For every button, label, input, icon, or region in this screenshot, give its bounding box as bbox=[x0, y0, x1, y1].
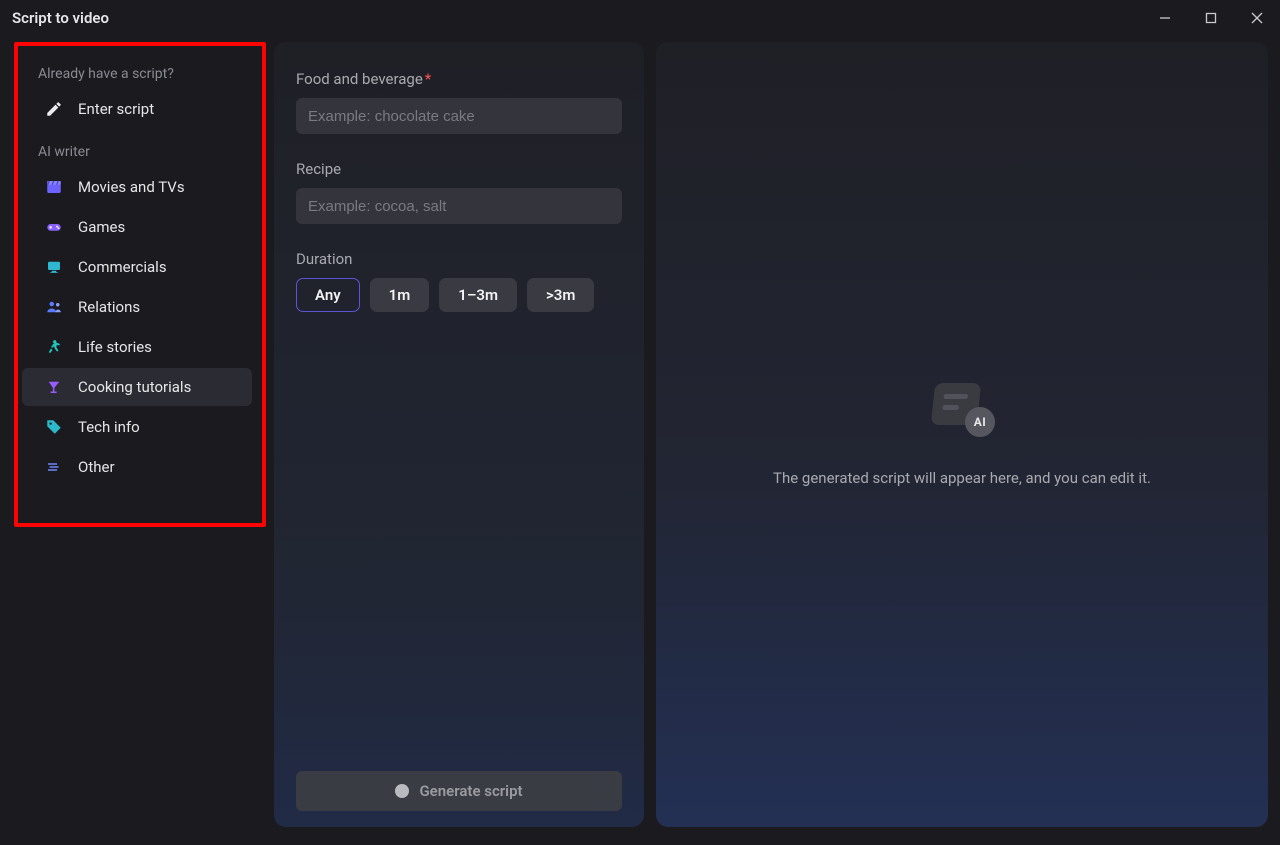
maximize-button[interactable] bbox=[1188, 0, 1234, 36]
duration-option-any[interactable]: Any bbox=[296, 278, 360, 312]
field-food-beverage: Food and beverage* bbox=[296, 70, 622, 134]
sidebar-section-ai-writer: AI writer bbox=[16, 130, 258, 166]
sidebar: Already have a script? Enter script AI w… bbox=[12, 42, 262, 827]
sidebar-item-label: Movies and TVs bbox=[78, 178, 185, 196]
field-recipe: Recipe bbox=[296, 160, 622, 224]
person-walking-icon bbox=[44, 337, 64, 357]
close-icon bbox=[1251, 12, 1263, 24]
sidebar-item-commercials[interactable]: Commercials bbox=[22, 248, 252, 286]
food-beverage-input[interactable] bbox=[296, 98, 622, 134]
duration-option-1m[interactable]: 1m bbox=[370, 278, 430, 312]
duration-label: Duration bbox=[296, 250, 622, 268]
sidebar-item-movies-tvs[interactable]: Movies and TVs bbox=[22, 168, 252, 206]
sidebar-section-script: Already have a script? bbox=[16, 52, 258, 88]
window-title: Script to video bbox=[12, 9, 109, 27]
minimize-button[interactable] bbox=[1142, 0, 1188, 36]
required-mark: * bbox=[425, 70, 431, 88]
minimize-icon bbox=[1159, 12, 1171, 24]
preview-illustration: AI bbox=[927, 379, 997, 439]
lines-icon bbox=[44, 457, 64, 477]
sidebar-item-label: Enter script bbox=[78, 100, 154, 118]
gamepad-icon bbox=[44, 217, 64, 237]
recipe-label: Recipe bbox=[296, 160, 622, 178]
sidebar-item-label: Cooking tutorials bbox=[78, 378, 191, 396]
sidebar-item-label: Games bbox=[78, 218, 125, 236]
workspace: Already have a script? Enter script AI w… bbox=[0, 36, 1280, 845]
window-controls bbox=[1142, 0, 1280, 36]
tag-icon bbox=[44, 417, 64, 437]
food-label-text: Food and beverage bbox=[296, 70, 423, 88]
form-panel: Food and beverage* Recipe Duration Any 1… bbox=[274, 42, 644, 827]
sidebar-item-label: Commercials bbox=[78, 258, 167, 276]
sidebar-item-tech-info[interactable]: Tech info bbox=[22, 408, 252, 446]
ai-badge-icon: AI bbox=[965, 407, 995, 437]
cocktail-icon bbox=[44, 377, 64, 397]
field-duration: Duration Any 1m 1–3m >3m bbox=[296, 250, 622, 312]
people-icon bbox=[44, 297, 64, 317]
sidebar-item-label: Tech info bbox=[78, 418, 140, 436]
preview-placeholder-text: The generated script will appear here, a… bbox=[773, 467, 1151, 490]
title-bar: Script to video bbox=[0, 0, 1280, 36]
sidebar-item-cooking-tutorials[interactable]: Cooking tutorials bbox=[22, 368, 252, 406]
sidebar-item-other[interactable]: Other bbox=[22, 448, 252, 486]
duration-option-1-3m[interactable]: 1–3m bbox=[439, 278, 517, 312]
sidebar-item-label: Life stories bbox=[78, 338, 152, 356]
generate-label: Generate script bbox=[419, 782, 522, 800]
spinner-icon bbox=[395, 784, 409, 798]
sidebar-item-label: Other bbox=[78, 458, 115, 476]
sidebar-item-enter-script[interactable]: Enter script bbox=[22, 90, 252, 128]
sidebar-item-games[interactable]: Games bbox=[22, 208, 252, 246]
sidebar-item-relations[interactable]: Relations bbox=[22, 288, 252, 326]
sidebar-item-label: Relations bbox=[78, 298, 140, 316]
preview-panel: AI The generated script will appear here… bbox=[656, 42, 1268, 827]
recipe-input[interactable] bbox=[296, 188, 622, 224]
food-label: Food and beverage* bbox=[296, 70, 622, 88]
duration-options: Any 1m 1–3m >3m bbox=[296, 278, 622, 312]
clapperboard-icon bbox=[44, 177, 64, 197]
maximize-icon bbox=[1205, 12, 1217, 24]
sidebar-item-life-stories[interactable]: Life stories bbox=[22, 328, 252, 366]
close-button[interactable] bbox=[1234, 0, 1280, 36]
pencil-icon bbox=[44, 99, 64, 119]
generate-script-button[interactable]: Generate script bbox=[296, 771, 622, 811]
duration-option-gt3m[interactable]: >3m bbox=[527, 278, 594, 312]
monitor-icon bbox=[44, 257, 64, 277]
